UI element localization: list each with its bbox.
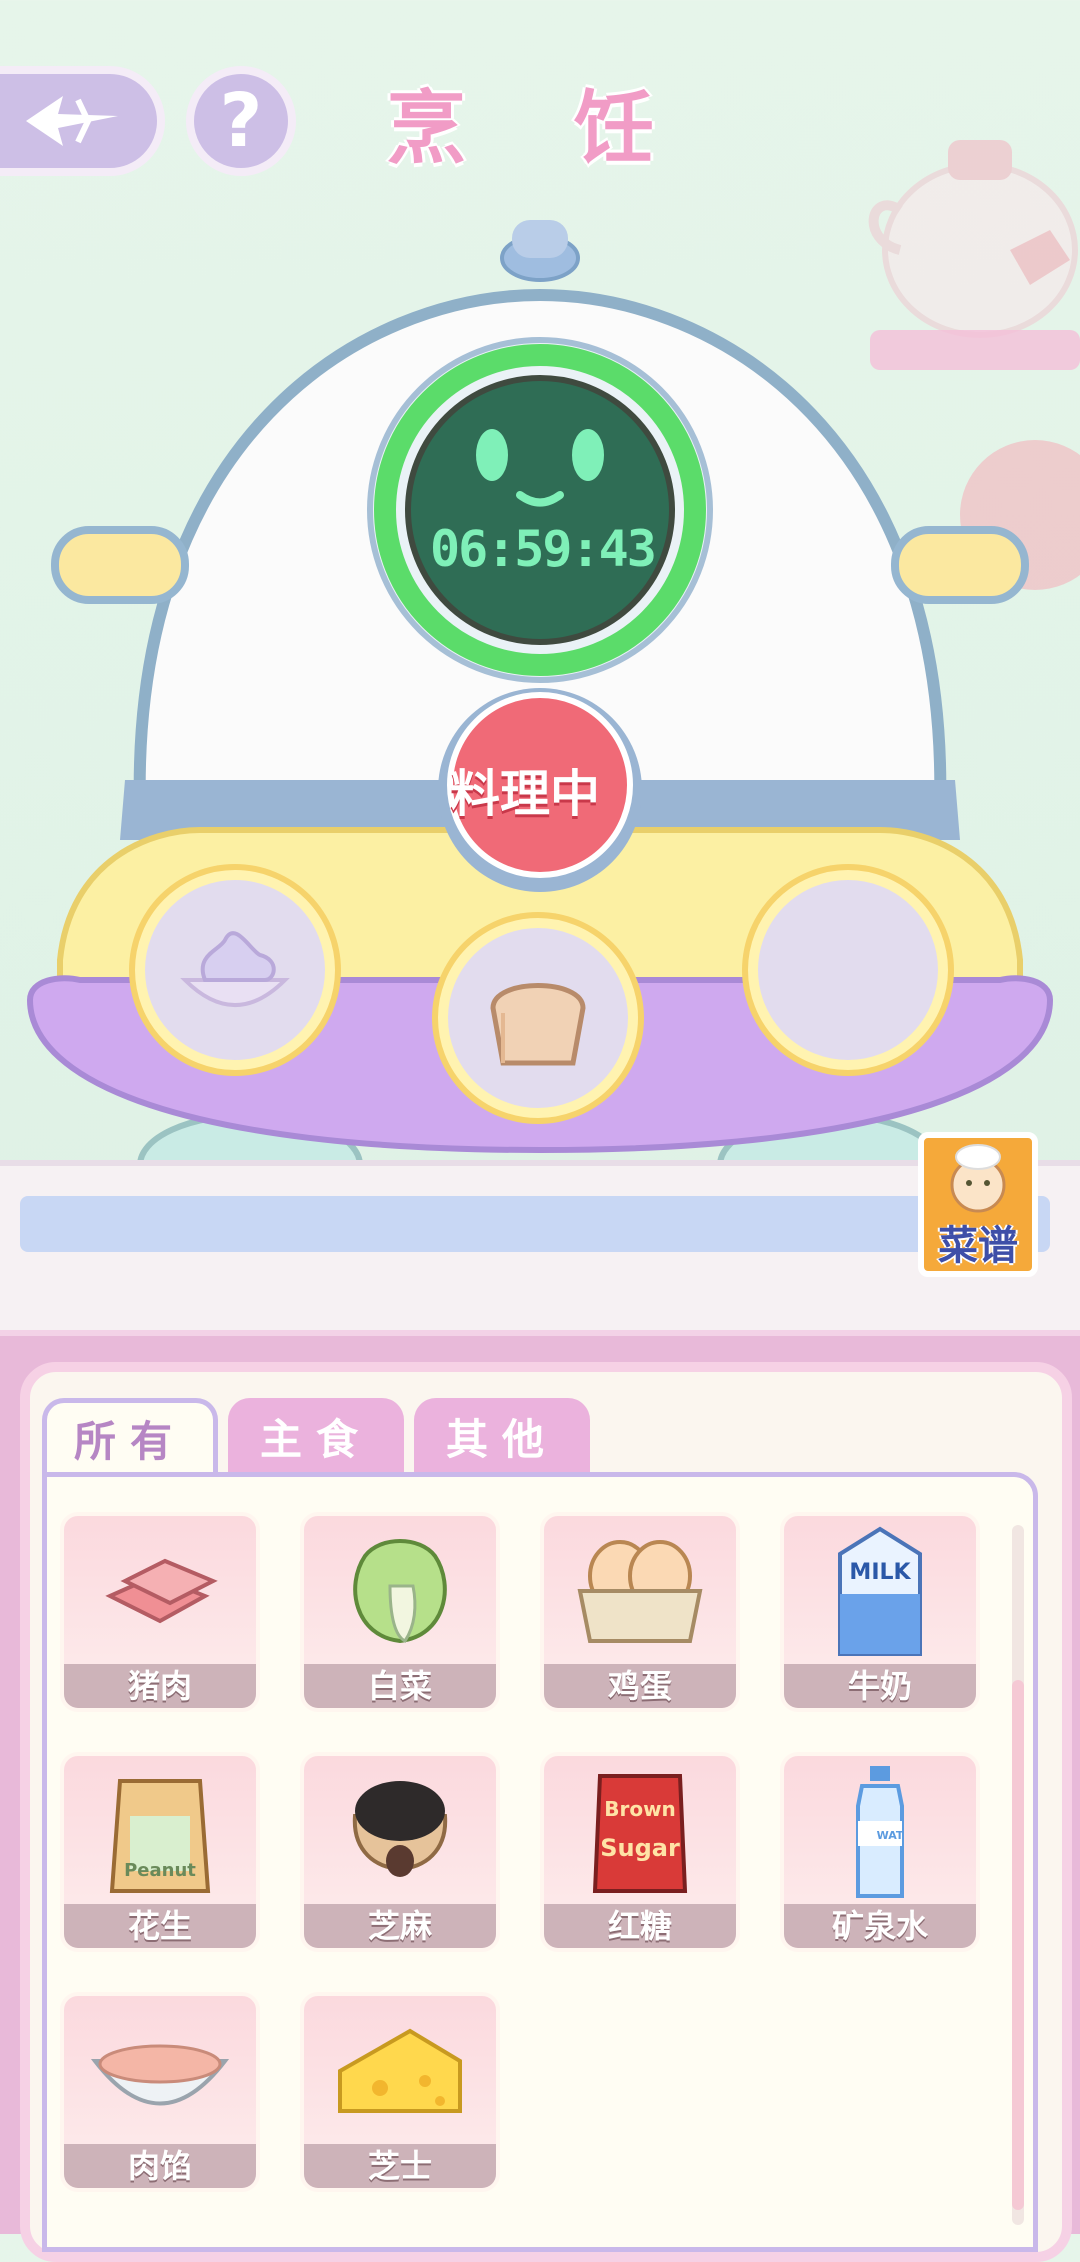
brown-sugar-bag-icon: Brown Sugar <box>592 1774 688 1893</box>
brown-sugar-label: Brown <box>604 1797 676 1821</box>
counter-mat <box>20 1196 1050 1252</box>
milk-carton-icon: MILK <box>838 1526 922 1656</box>
water-bottle-icon: WAT <box>856 1766 904 1898</box>
bread-icon <box>490 983 586 1066</box>
tab-staple[interactable]: 主食 <box>228 1398 404 1474</box>
ingredient-slot-3[interactable] <box>748 870 948 1070</box>
sesame-sack-icon <box>352 1781 448 1877</box>
cook-timer: 06:59:43 <box>430 520 657 578</box>
ingredient-name: 芝士 <box>304 2144 496 2188</box>
ingredient-item-minced-meat[interactable]: 肉馅 <box>60 1992 260 2192</box>
ingredient-name: 红糖 <box>544 1904 736 1948</box>
ingredient-item-water[interactable]: WAT 矿泉水 <box>780 1752 980 1952</box>
milk-carton-text: MILK <box>849 1560 911 1585</box>
minced-meat-bowl-icon <box>90 2044 230 2106</box>
ingredient-name: 猪肉 <box>64 1664 256 1708</box>
ingredient-item-brown-sugar[interactable]: Brown Sugar 红糖 <box>540 1752 740 1952</box>
ingredient-item-cheese[interactable]: 芝士 <box>300 1992 500 2192</box>
peanut-bag-icon: Peanut <box>109 1779 211 1893</box>
ingredient-item-peanut[interactable]: Peanut 花生 <box>60 1752 260 1952</box>
ingredient-name: 矿泉水 <box>784 1904 976 1948</box>
recipe-book-label: 菜谱 <box>938 1223 1018 1269</box>
peanut-bag-text: Peanut <box>124 1860 196 1881</box>
back-arrow-icon <box>25 96 118 146</box>
ingredient-name: 芝麻 <box>304 1904 496 1948</box>
ingredient-item-sesame[interactable]: 芝麻 <box>300 1752 500 1952</box>
pork-icon <box>105 1558 218 1624</box>
ingredient-name: 牛奶 <box>784 1664 976 1708</box>
category-tabs: 所有 主食 其他 <box>42 1398 590 1474</box>
ingredient-slot-2[interactable] <box>438 918 638 1118</box>
tab-other[interactable]: 其他 <box>414 1398 590 1474</box>
cabbage-icon <box>353 1539 447 1644</box>
ingredient-slot-1[interactable] <box>135 870 335 1070</box>
ingredient-name: 白菜 <box>304 1664 496 1708</box>
ingredient-item-milk[interactable]: MILK 牛奶 <box>780 1512 980 1712</box>
ingredient-item-pork[interactable]: 猪肉 <box>60 1512 260 1712</box>
cheese-icon <box>338 2028 462 2113</box>
ingredient-name: 鸡蛋 <box>544 1664 736 1708</box>
cream-bowl-icon <box>180 931 290 1007</box>
water-bottle-label: WAT <box>877 1829 904 1842</box>
back-button[interactable] <box>0 66 165 176</box>
ingredient-name: 花生 <box>64 1904 256 1948</box>
cooking-status-button[interactable]: 料理中 <box>432 710 618 870</box>
help-button[interactable]: ? <box>186 66 296 176</box>
eggs-icon <box>577 1540 703 1643</box>
scrollbar-thumb[interactable] <box>1012 1680 1024 2210</box>
page-title: 烹 饪 <box>386 82 694 175</box>
ingredient-item-eggs[interactable]: 鸡蛋 <box>540 1512 740 1712</box>
ingredient-item-cabbage[interactable]: 白菜 <box>300 1512 500 1712</box>
ingredient-name: 肉馅 <box>64 2144 256 2188</box>
recipe-book-button[interactable]: 菜谱 <box>918 1132 1038 1277</box>
tab-all[interactable]: 所有 <box>42 1398 218 1474</box>
brown-sugar-label-bottom: Sugar <box>600 1834 680 1862</box>
hamster-chef-icon <box>950 1144 1006 1213</box>
